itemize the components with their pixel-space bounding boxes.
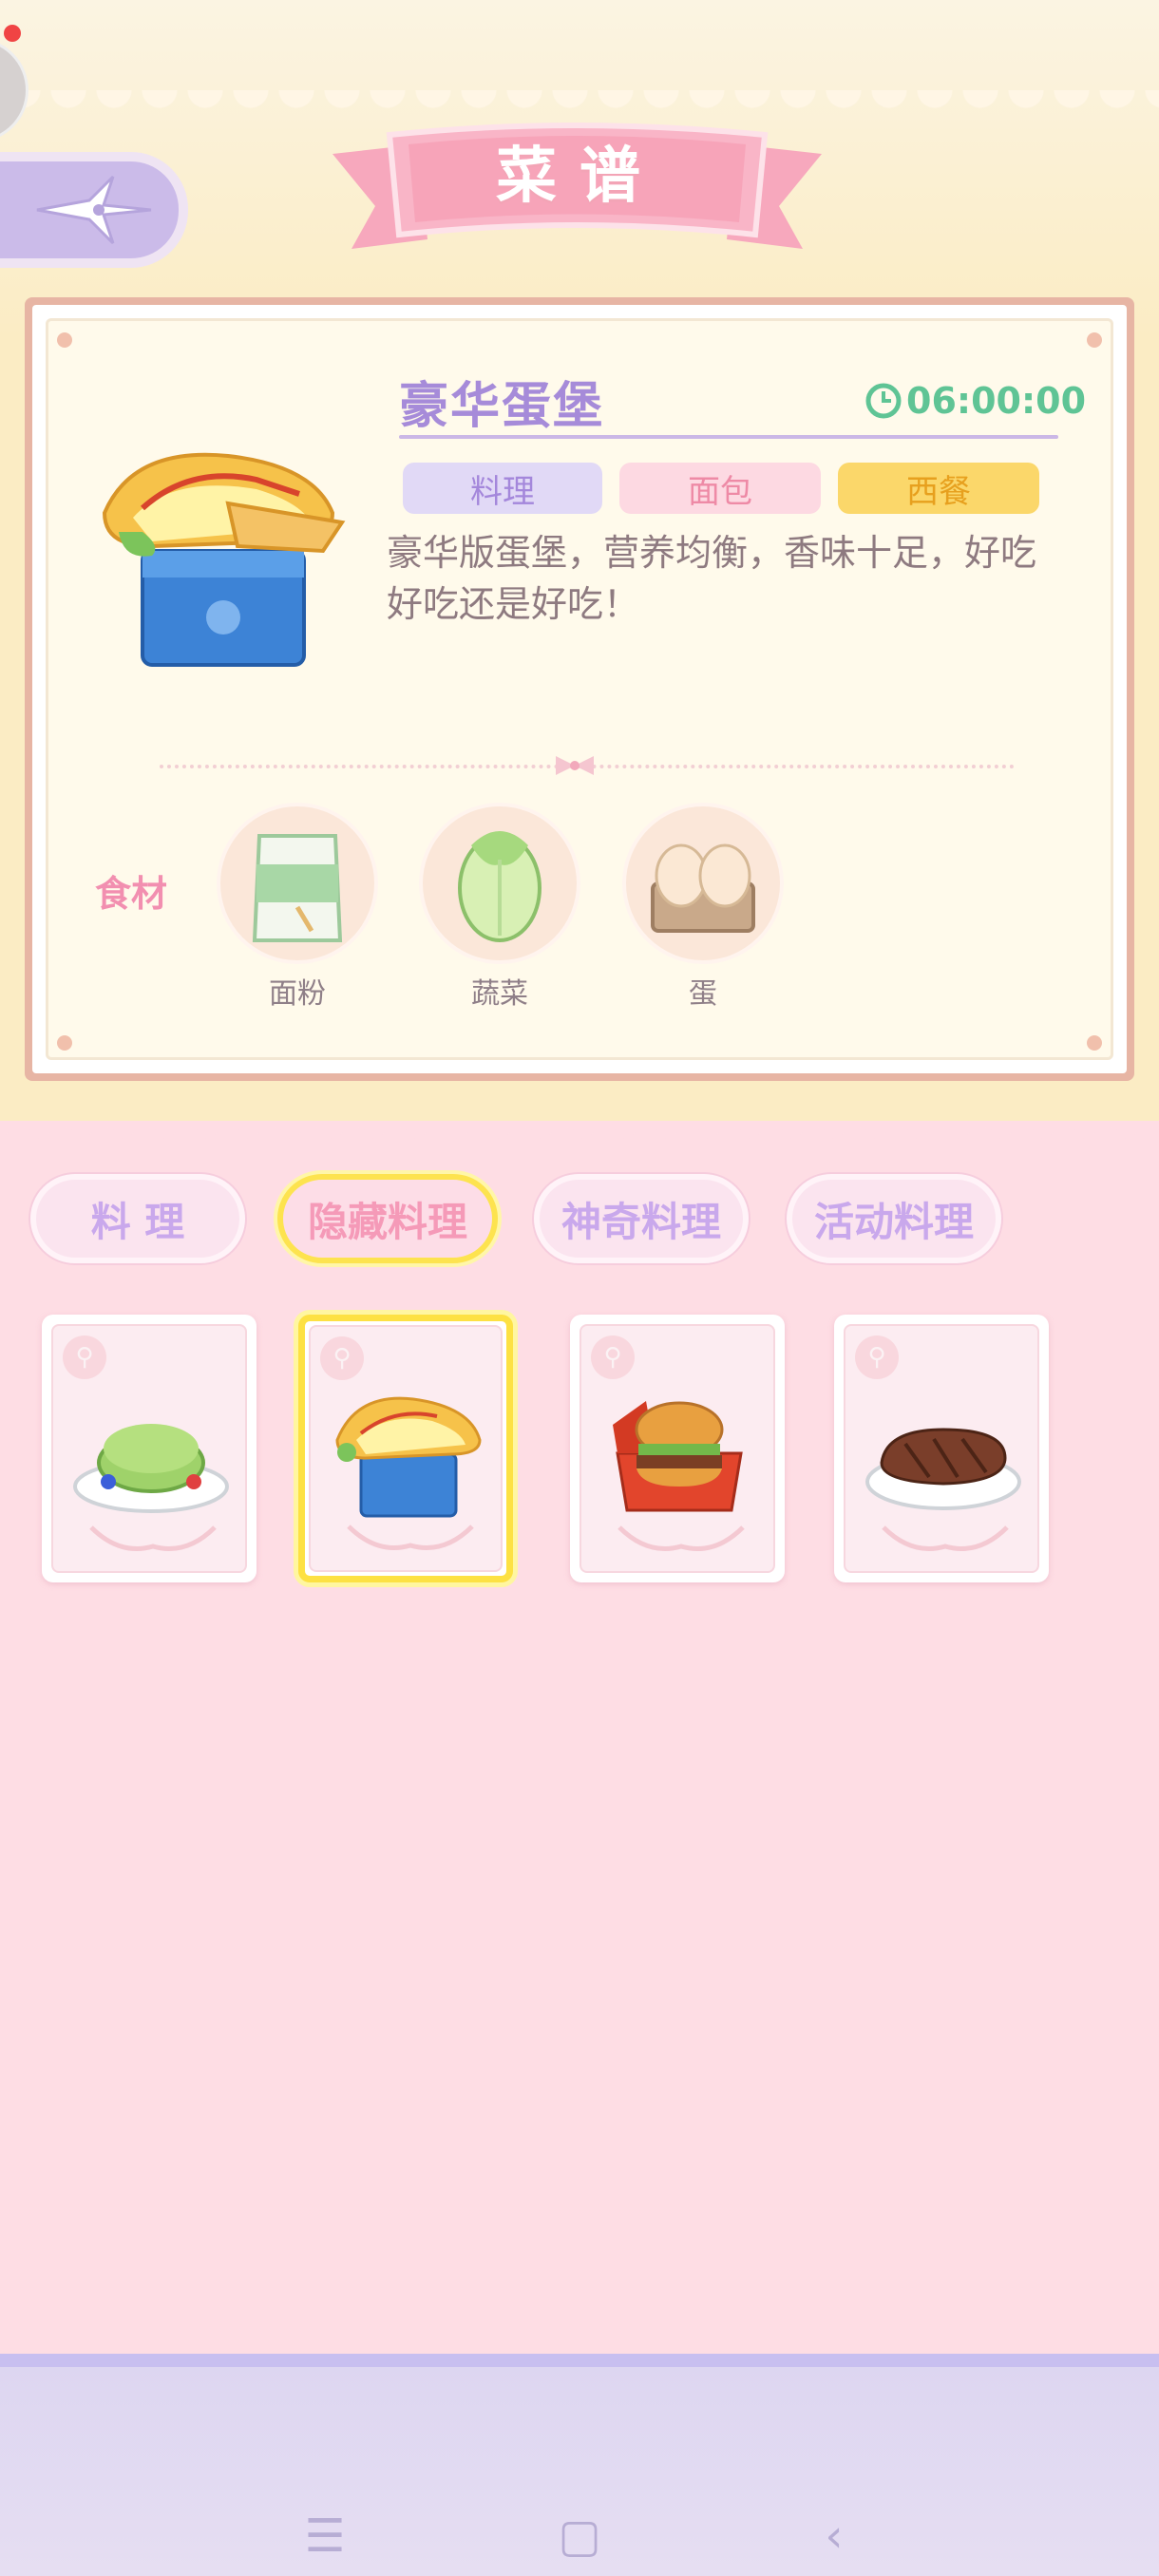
tab-event-cooking[interactable]: 活动料理	[787, 1174, 1001, 1263]
clock-icon	[865, 383, 902, 419]
flour-bag-icon	[252, 834, 343, 942]
back-button[interactable]	[0, 152, 188, 268]
hamburger-box-icon	[613, 1401, 743, 1512]
egg-burger-icon	[102, 452, 346, 667]
egg-burger-icon	[335, 1396, 482, 1518]
bottom-lace-border	[0, 1109, 1159, 1147]
recipe-name: 豪华蛋堡	[399, 378, 605, 435]
recipe-card-steak[interactable]: ⚲	[834, 1315, 1049, 1582]
recipe-card-kiwi-pancake[interactable]: ⚲	[42, 1315, 256, 1582]
fork-spoon-icon: ⚲	[855, 1335, 899, 1379]
menu-icon[interactable]: ☰	[296, 2508, 353, 2565]
corner-dot	[1087, 1035, 1102, 1051]
kiwi-pancake-icon	[73, 1424, 229, 1513]
laurel-icon	[347, 1525, 474, 1550]
compass-arrow-icon	[36, 175, 152, 245]
timer-value: 06:00:00	[906, 380, 1087, 422]
title-underline	[399, 435, 1058, 439]
tag-bread: 面包	[619, 463, 821, 514]
laurel-icon	[89, 1525, 217, 1551]
home-icon[interactable]: ▢	[551, 2508, 608, 2565]
page-title: 菜谱	[496, 142, 663, 212]
recipe-card-hamburger[interactable]: ⚲	[570, 1315, 785, 1582]
tag-cooking: 料理	[403, 463, 602, 514]
cook-timer: 06:00:00	[864, 380, 1086, 422]
laurel-icon	[882, 1525, 1009, 1551]
ingredient-vegetable[interactable]: 蔬菜	[419, 803, 580, 1012]
fork-spoon-icon: ⚲	[320, 1336, 364, 1380]
fork-spoon-icon: ⚲	[591, 1335, 635, 1379]
bow-icon	[556, 756, 594, 775]
corner-dot	[1087, 332, 1102, 348]
ingredient-flour[interactable]: 面粉	[217, 803, 378, 1012]
ingredient-label: 面粉	[269, 977, 326, 1011]
tag-western: 西餐	[838, 463, 1039, 514]
recipe-card-egg-burger[interactable]: ⚲	[298, 1315, 513, 1582]
tab-cooking[interactable]: 料 理	[30, 1174, 245, 1263]
bottom-background	[0, 1121, 1159, 2356]
corner-dot	[57, 1035, 72, 1051]
eggs-icon	[651, 843, 755, 933]
recipe-description: 豪华版蛋堡，营养均衡，香味十足，好吃好吃还是好吃！	[387, 532, 1037, 625]
ingredient-egg[interactable]: 蛋	[622, 803, 784, 1012]
tab-magic-cooking[interactable]: 神奇料理	[534, 1174, 749, 1263]
steak-icon	[865, 1428, 1021, 1510]
laurel-icon	[618, 1525, 745, 1551]
ingredient-label: 蔬菜	[471, 977, 528, 1011]
recording-indicator-icon	[4, 25, 21, 42]
fork-spoon-icon: ⚲	[63, 1335, 106, 1379]
cabbage-icon	[458, 831, 542, 942]
tab-hidden-cooking[interactable]: 隐藏料理	[277, 1174, 498, 1263]
corner-dot	[57, 332, 72, 348]
back-icon[interactable]: ‹	[806, 2508, 863, 2565]
ingredients-label: 食材	[95, 873, 168, 915]
ingredient-label: 蛋	[689, 977, 717, 1011]
